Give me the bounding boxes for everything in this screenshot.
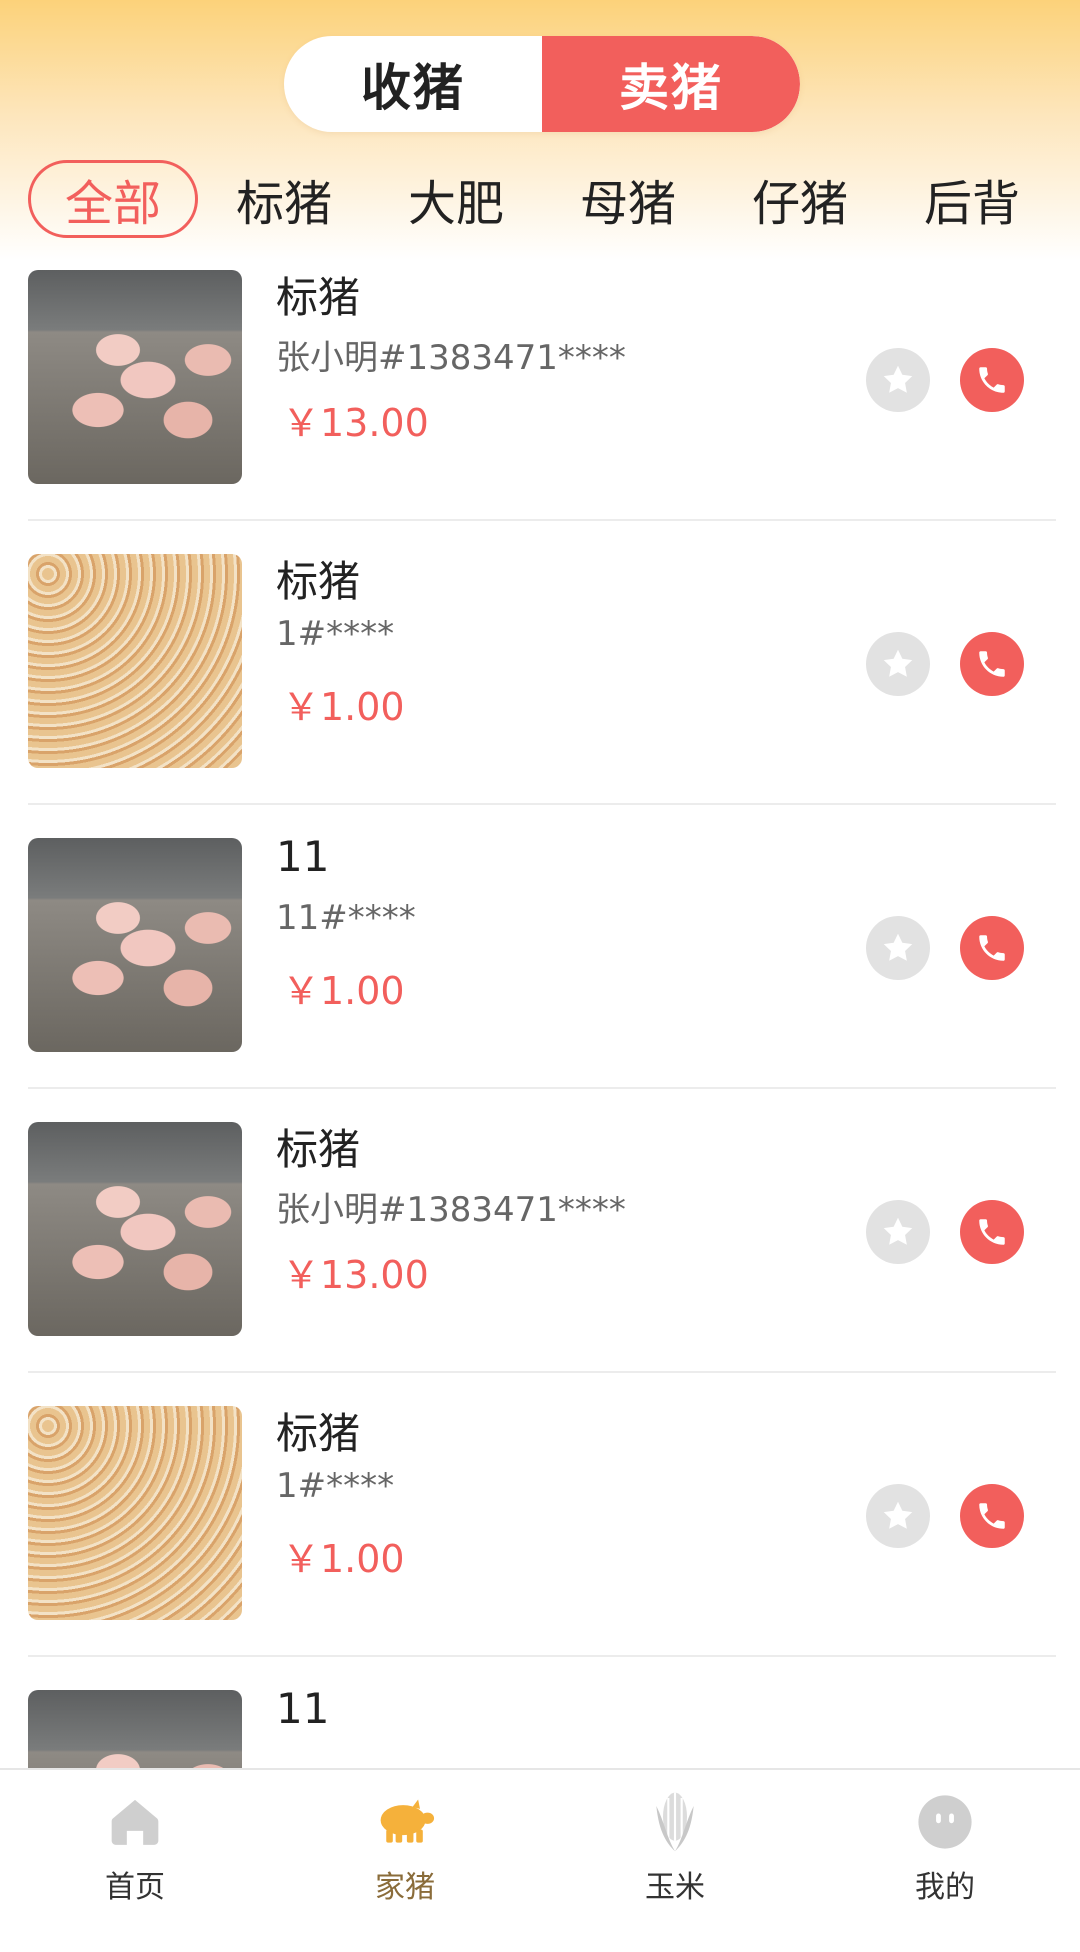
listing-seller: 1#**** [276, 1466, 395, 1506]
bottom-tab-bar: 首页 家猪 玉米 我的 [0, 1768, 1080, 1922]
tab-corn[interactable]: 玉米 [540, 1770, 810, 1922]
divider [28, 1371, 1056, 1373]
listing-title: 11 [276, 1684, 330, 1733]
listing-photo [28, 270, 242, 484]
star-icon [883, 1501, 913, 1529]
call-button[interactable] [960, 1200, 1024, 1264]
category-fat-pig[interactable]: 大肥 [370, 160, 542, 238]
tab-label: 首页 [105, 1870, 165, 1905]
category-piglet[interactable]: 仔猪 [714, 160, 886, 238]
listing-price: ￥1.00 [282, 969, 405, 1013]
tab-profile[interactable]: 我的 [810, 1770, 1080, 1922]
category-tabs: 全部 标猪 大肥 母猪 仔猪 后背 [28, 160, 1058, 238]
favorite-button[interactable] [866, 1200, 930, 1264]
pig-icon [375, 1792, 435, 1852]
listing-list: 标猪 张小明#1383471**** ￥13.00 标猪 1#**** ￥1.0… [0, 248, 1080, 1952]
listing-title: 11 [276, 832, 330, 881]
call-button[interactable] [960, 632, 1024, 696]
listing-item[interactable]: 标猪 1#**** ￥1.00 [0, 1384, 1080, 1668]
divider [28, 1087, 1056, 1089]
home-icon [105, 1792, 165, 1852]
call-button[interactable] [960, 348, 1024, 412]
star-icon [883, 1217, 913, 1245]
listing-title: 标猪 [276, 1125, 361, 1174]
listing-item[interactable]: 11 11#**** ￥1.00 [0, 816, 1080, 1100]
favorite-button[interactable] [866, 1484, 930, 1548]
tab-pig[interactable]: 家猪 [270, 1770, 540, 1922]
listing-price: ￥1.00 [282, 685, 405, 729]
favorite-button[interactable] [866, 348, 930, 412]
divider [28, 803, 1056, 805]
listing-price: ￥13.00 [282, 1253, 429, 1297]
category-sow[interactable]: 母猪 [542, 160, 714, 238]
category-gilt[interactable]: 后背 [886, 160, 1058, 238]
listing-price: ￥13.00 [282, 401, 429, 445]
listing-price: ￥1.00 [282, 1537, 405, 1581]
category-standard-pig[interactable]: 标猪 [198, 160, 370, 238]
listing-seller: 张小明#1383471**** [276, 338, 626, 378]
listing-photo [28, 554, 242, 768]
star-icon [883, 649, 913, 677]
segment-sell-pigs[interactable]: 卖猪 [542, 36, 800, 132]
listing-photo [28, 1406, 242, 1620]
phone-icon [979, 1219, 1005, 1245]
star-icon [883, 933, 913, 961]
favorite-button[interactable] [866, 632, 930, 696]
listing-seller: 1#**** [276, 614, 395, 654]
phone-icon [979, 651, 1005, 677]
phone-icon [979, 935, 1005, 961]
listing-title: 标猪 [276, 557, 361, 606]
profile-icon [915, 1792, 975, 1852]
divider [28, 1655, 1056, 1657]
phone-icon [979, 1503, 1005, 1529]
listing-title: 标猪 [276, 1409, 361, 1458]
listing-item[interactable]: 标猪 张小明#1383471**** ￥13.00 [0, 248, 1080, 532]
tab-label: 家猪 [375, 1870, 435, 1905]
corn-icon [645, 1792, 705, 1852]
buy-sell-toggle: 收猪 卖猪 [284, 36, 800, 132]
call-button[interactable] [960, 1484, 1024, 1548]
listing-photo [28, 838, 242, 1052]
listing-item[interactable]: 标猪 1#**** ￥1.00 [0, 532, 1080, 816]
category-all[interactable]: 全部 [28, 160, 199, 238]
listing-seller: 张小明#1383471**** [276, 1190, 626, 1230]
listing-title: 标猪 [276, 273, 361, 322]
listing-seller: 11#**** [276, 898, 416, 938]
tab-home[interactable]: 首页 [0, 1770, 270, 1922]
segment-buy-pigs[interactable]: 收猪 [284, 36, 542, 132]
favorite-button[interactable] [866, 916, 930, 980]
tab-label: 玉米 [645, 1870, 705, 1905]
listing-item[interactable]: 标猪 张小明#1383471**** ￥13.00 [0, 1100, 1080, 1384]
tab-label: 我的 [915, 1870, 975, 1905]
phone-icon [979, 367, 1005, 393]
call-button[interactable] [960, 916, 1024, 980]
divider [28, 519, 1056, 521]
star-icon [883, 365, 913, 393]
listing-photo [28, 1122, 242, 1336]
